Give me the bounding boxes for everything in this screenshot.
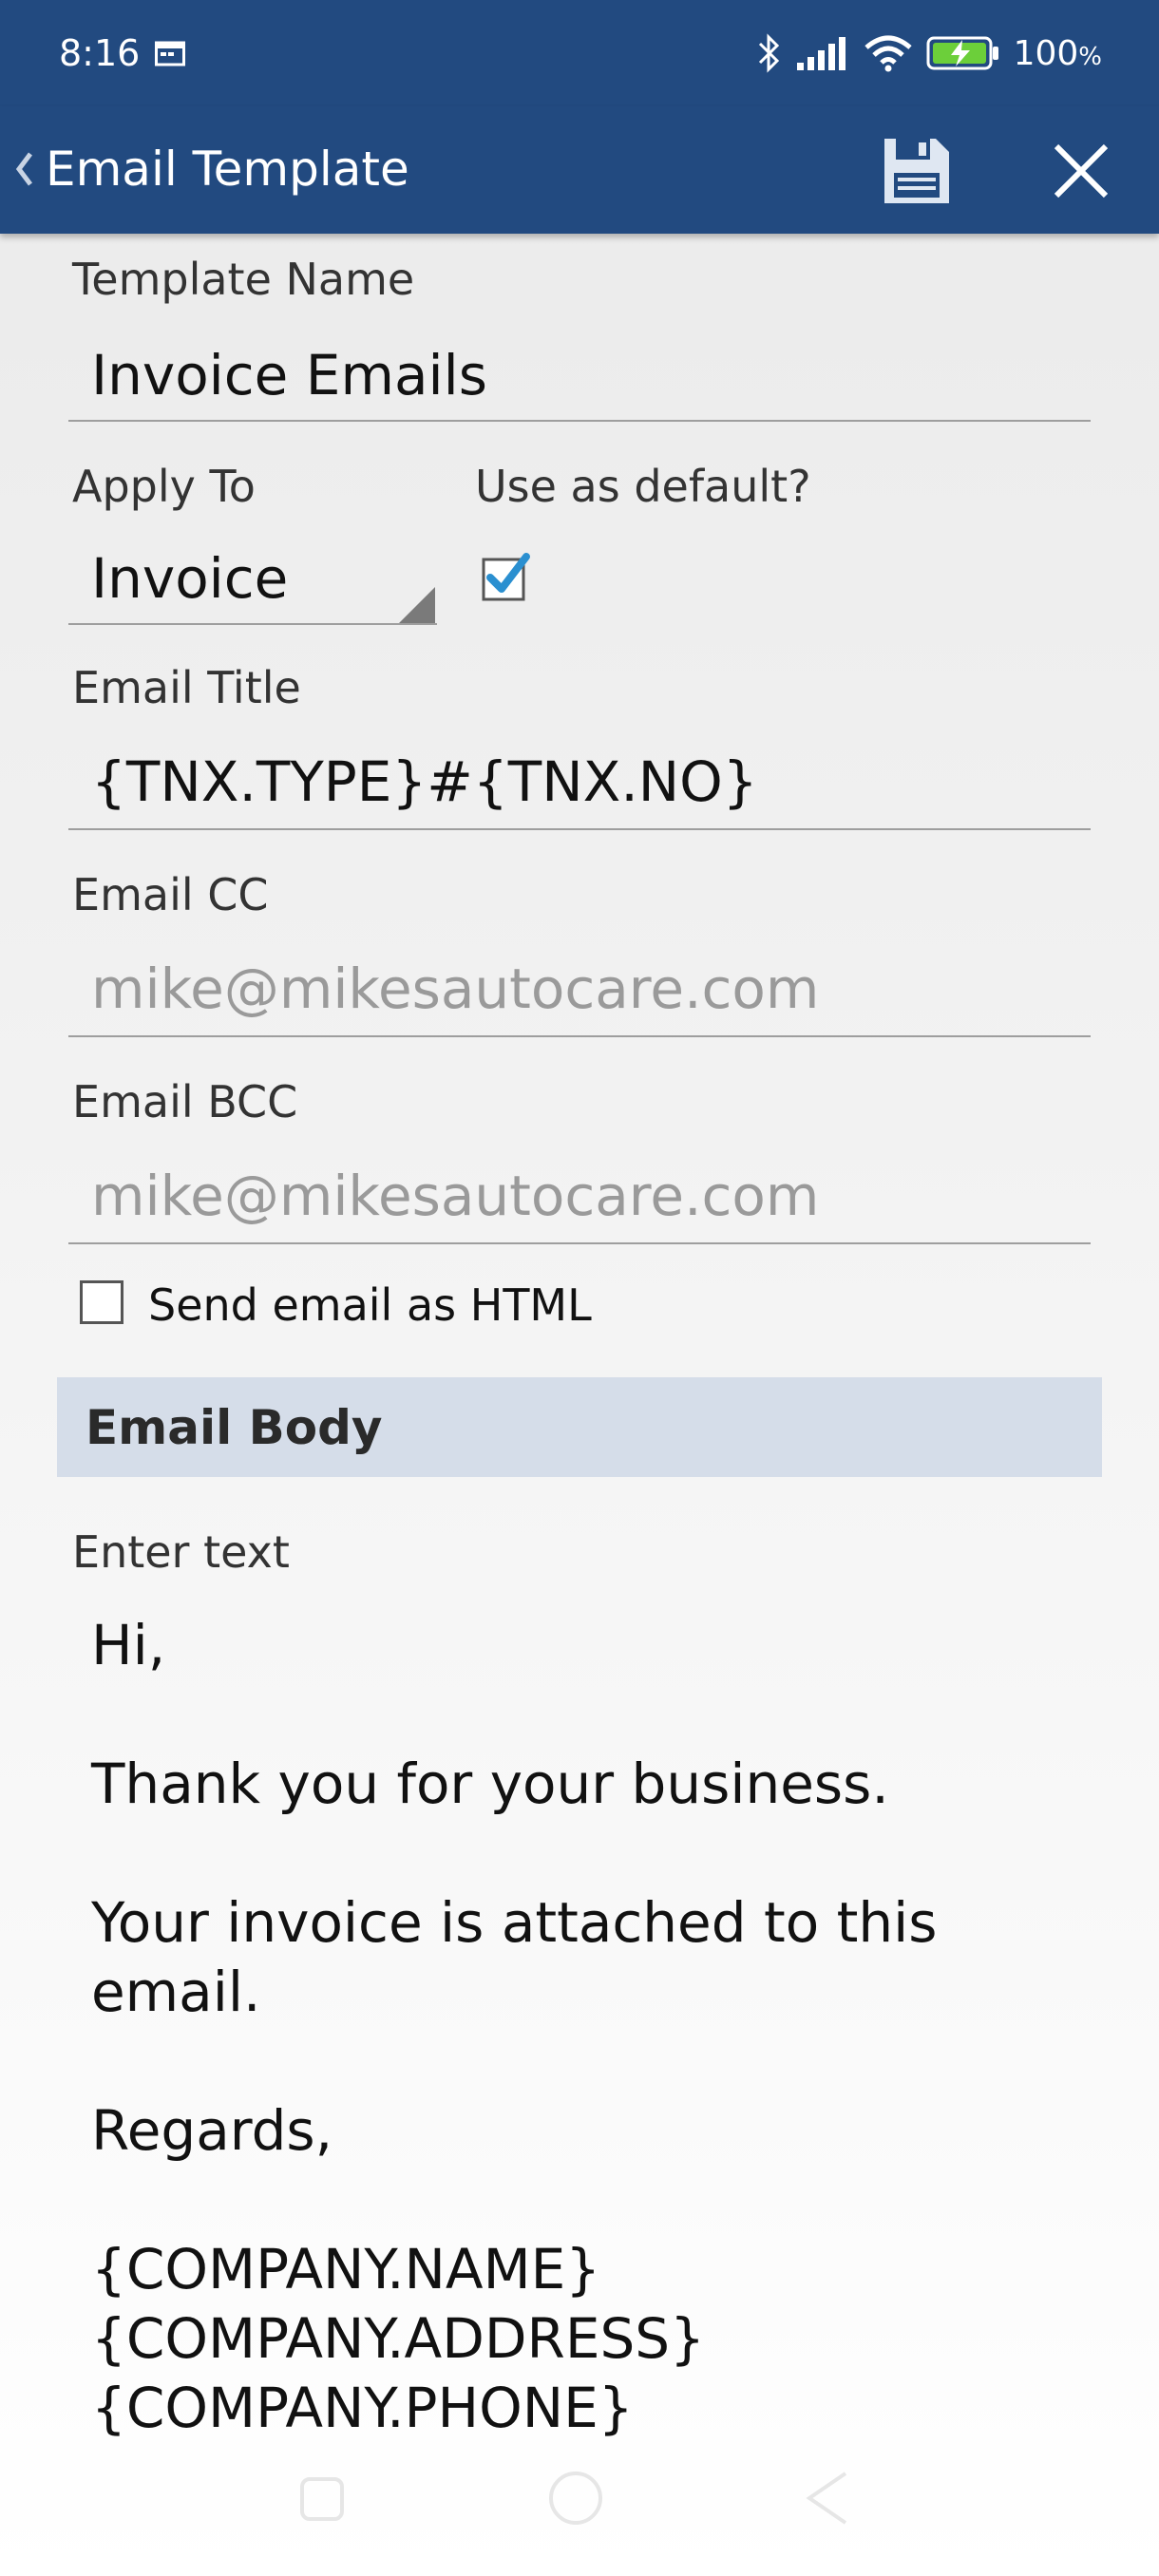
email-bcc-label: Email BCC xyxy=(72,1076,298,1127)
email-title-input[interactable]: {TNX.TYPE}#{TNX.NO} xyxy=(68,739,1091,834)
body-line: {COMPANY.NAME} xyxy=(91,2237,601,2301)
body-line: {COMPANY.ADDRESS} xyxy=(91,2306,706,2371)
email-cc-label: Email CC xyxy=(72,869,269,920)
page-title: Email Template xyxy=(46,142,409,197)
email-body-label: Enter text xyxy=(72,1526,290,1578)
body-line xyxy=(91,2166,937,2235)
email-body-textarea[interactable]: Hi, Thank you for your business. Your in… xyxy=(91,1611,937,2443)
status-bar: 8:16 100% xyxy=(0,0,1159,106)
apply-to-dropdown[interactable]: Invoice xyxy=(68,538,437,633)
body-line: Hi, xyxy=(91,1613,166,1677)
template-name-label: Template Name xyxy=(72,254,415,305)
apply-to-label: Apply To xyxy=(72,461,256,512)
body-line: email. xyxy=(91,1960,261,2024)
back-nav-icon xyxy=(806,2472,847,2525)
body-line xyxy=(91,2027,937,2096)
battery-percent: 100% xyxy=(1013,33,1102,73)
email-body-header: Email Body xyxy=(57,1377,1102,1477)
home-nav-icon xyxy=(549,2472,602,2525)
save-icon[interactable] xyxy=(879,133,955,209)
template-name-value: Invoice Emails xyxy=(91,343,487,407)
body-line xyxy=(91,1819,937,1888)
email-cc-underline xyxy=(68,1035,1091,1037)
recents-nav-icon xyxy=(300,2477,344,2521)
apply-to-value: Invoice xyxy=(91,546,289,611)
body-line: Regards, xyxy=(91,2098,333,2163)
template-name-input[interactable]: Invoice Emails xyxy=(68,332,1091,427)
close-icon[interactable] xyxy=(1045,135,1117,207)
body-line: {COMPANY.PHONE} xyxy=(91,2376,634,2440)
body-line: Thank you for your business. xyxy=(91,1752,889,1816)
email-title-label: Email Title xyxy=(72,662,301,713)
battery-charging-icon xyxy=(926,36,998,70)
system-nav-bar xyxy=(300,2472,847,2525)
dropdown-arrow-icon[interactable] xyxy=(399,587,435,623)
email-bcc-underline xyxy=(68,1242,1091,1244)
body-line xyxy=(91,1680,937,1750)
template-name-underline xyxy=(68,420,1091,422)
use-default-label: Use as default? xyxy=(475,461,811,512)
signal-icon xyxy=(796,37,846,70)
email-cc-placeholder: mike@mikesautocare.com xyxy=(91,957,820,1021)
email-title-value: {TNX.TYPE}#{TNX.NO} xyxy=(91,749,758,814)
use-default-checkbox[interactable] xyxy=(481,551,532,602)
status-icons: 100% xyxy=(757,27,1102,80)
wifi-icon xyxy=(864,35,912,72)
app-bar: Email Template xyxy=(0,106,1159,234)
send-html-label[interactable]: Send email as HTML xyxy=(148,1279,592,1332)
apply-to-underline xyxy=(68,623,437,625)
email-bcc-input[interactable]: mike@mikesautocare.com xyxy=(68,1157,1091,1252)
email-body-title: Email Body xyxy=(86,1400,383,1455)
status-time: 8:16 xyxy=(59,32,141,74)
email-cc-input[interactable]: mike@mikesautocare.com xyxy=(68,950,1091,1045)
bluetooth-icon xyxy=(758,33,779,73)
back-chevron-icon[interactable] xyxy=(10,141,38,198)
email-bcc-placeholder: mike@mikesautocare.com xyxy=(91,1164,820,1228)
email-title-underline xyxy=(68,828,1091,830)
calendar-icon xyxy=(155,41,185,66)
send-html-checkbox[interactable] xyxy=(80,1280,124,1324)
body-line: Your invoice is attached to this xyxy=(91,1890,938,1955)
